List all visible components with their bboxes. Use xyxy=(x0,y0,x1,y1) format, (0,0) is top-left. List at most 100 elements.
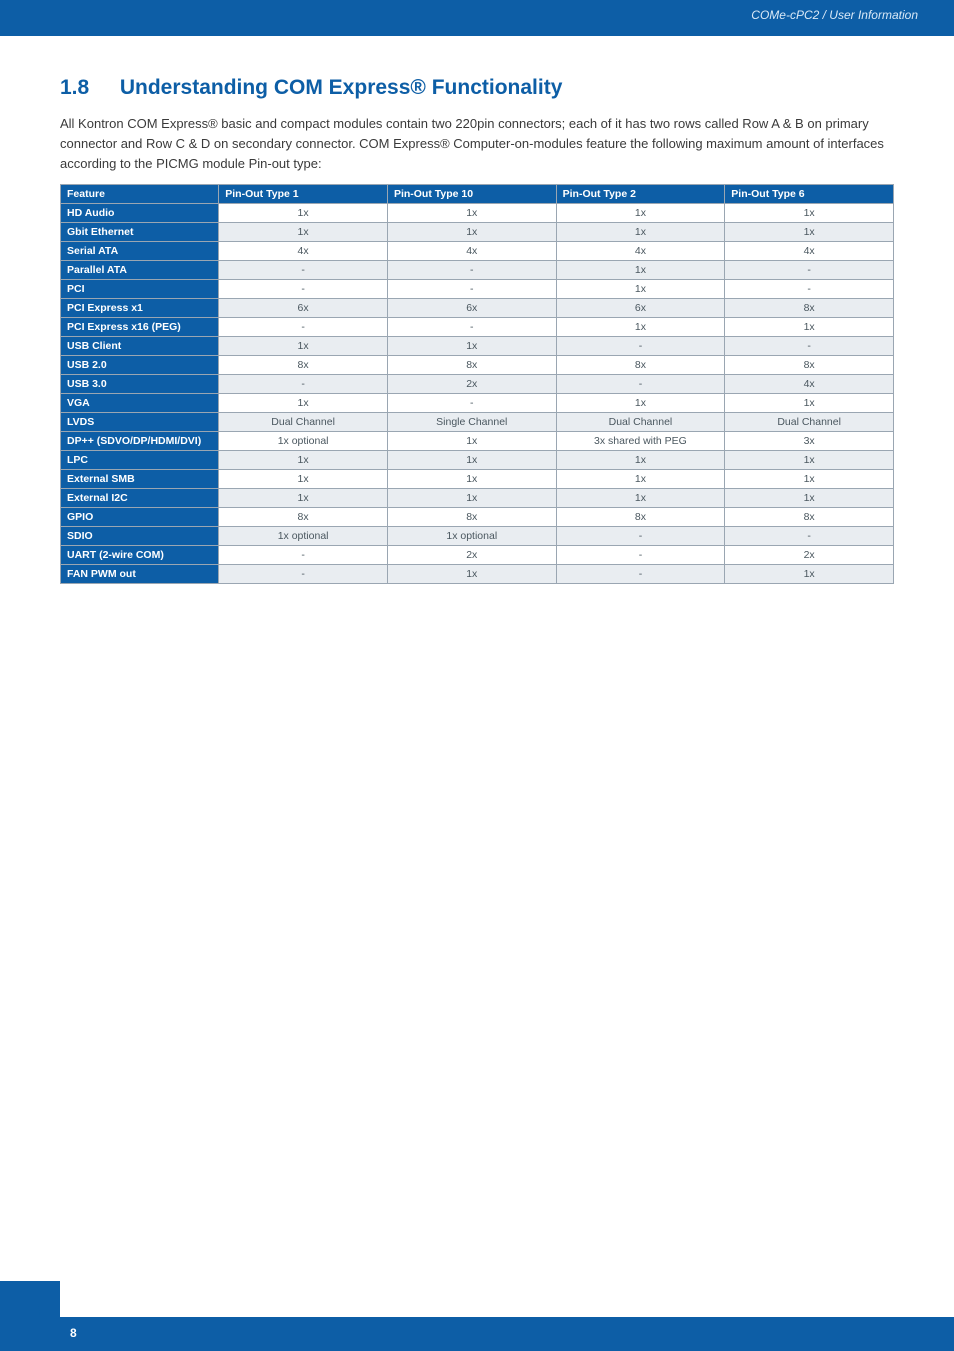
section-heading: 1.8 Understanding COM Express® Functiona… xyxy=(60,76,894,100)
cell-t1: - xyxy=(219,546,388,565)
table-row: PCI Express x16x6x6x8x xyxy=(61,299,894,318)
cell-t6: - xyxy=(725,280,894,299)
cell-t2: 8x xyxy=(556,356,725,375)
page-number: 8 xyxy=(70,1326,77,1340)
cell-t1: - xyxy=(219,318,388,337)
table-row: Parallel ATA--1x- xyxy=(61,261,894,280)
table-row: SDIO1x optional1x optional-- xyxy=(61,527,894,546)
cell-t1: 4x xyxy=(219,242,388,261)
row-header: PCI Express x16 (PEG) xyxy=(61,318,219,337)
cell-t2: - xyxy=(556,546,725,565)
cell-t10: 1x xyxy=(387,432,556,451)
cell-t6: 1x xyxy=(725,489,894,508)
cell-t6: 1x xyxy=(725,223,894,242)
row-header: GPIO xyxy=(61,508,219,527)
table-row: USB 2.08x8x8x8x xyxy=(61,356,894,375)
cell-t10: Single Channel xyxy=(387,413,556,432)
cell-t2: 1x xyxy=(556,470,725,489)
table-row: Serial ATA4x4x4x4x xyxy=(61,242,894,261)
table-row: External I2C1x1x1x1x xyxy=(61,489,894,508)
cell-t2: Dual Channel xyxy=(556,413,725,432)
cell-t10: 1x xyxy=(387,565,556,584)
cell-t2: - xyxy=(556,565,725,584)
cell-t1: - xyxy=(219,261,388,280)
cell-t6: - xyxy=(725,261,894,280)
cell-t10: - xyxy=(387,394,556,413)
cell-t2: 1x xyxy=(556,451,725,470)
cell-t2: 1x xyxy=(556,394,725,413)
cell-t1: 6x xyxy=(219,299,388,318)
table-row: UART (2-wire COM)-2x-2x xyxy=(61,546,894,565)
table-row: External SMB1x1x1x1x xyxy=(61,470,894,489)
cell-t6: 1x xyxy=(725,394,894,413)
row-header: USB Client xyxy=(61,337,219,356)
row-header: LVDS xyxy=(61,413,219,432)
cell-t10: 1x xyxy=(387,204,556,223)
cell-t1: 1x xyxy=(219,223,388,242)
row-header: PCI xyxy=(61,280,219,299)
cell-t10: - xyxy=(387,261,556,280)
cell-t6: 1x xyxy=(725,451,894,470)
table-row: GPIO8x8x8x8x xyxy=(61,508,894,527)
cell-t10: 1x optional xyxy=(387,527,556,546)
cell-t2: - xyxy=(556,527,725,546)
section-title-text: Understanding COM Express® Functionality xyxy=(120,76,563,99)
footer-band: 8 xyxy=(0,1317,954,1351)
breadcrumb: COMe-cPC2 / User Information xyxy=(751,8,918,22)
cell-t6: - xyxy=(725,337,894,356)
cell-t2: 6x xyxy=(556,299,725,318)
cell-t6: 4x xyxy=(725,375,894,394)
cell-t2: 3x shared with PEG xyxy=(556,432,725,451)
cell-t2: 1x xyxy=(556,489,725,508)
table-header-row: Feature Pin-Out Type 1 Pin-Out Type 10 P… xyxy=(61,185,894,204)
table-row: PCI--1x- xyxy=(61,280,894,299)
cell-t10: 1x xyxy=(387,451,556,470)
cell-t1: Dual Channel xyxy=(219,413,388,432)
col-header-type6: Pin-Out Type 6 xyxy=(725,185,894,204)
page-content: 1.8 Understanding COM Express® Functiona… xyxy=(0,36,954,584)
row-header: External I2C xyxy=(61,489,219,508)
cell-t10: 2x xyxy=(387,546,556,565)
row-header: PCI Express x1 xyxy=(61,299,219,318)
cell-t6: 8x xyxy=(725,356,894,375)
cell-t2: - xyxy=(556,337,725,356)
row-header: USB 2.0 xyxy=(61,356,219,375)
cell-t10: - xyxy=(387,280,556,299)
cell-t10: - xyxy=(387,318,556,337)
row-header: LPC xyxy=(61,451,219,470)
cell-t2: 1x xyxy=(556,318,725,337)
cell-t2: 1x xyxy=(556,223,725,242)
cell-t10: 2x xyxy=(387,375,556,394)
row-header: DP++ (SDVO/DP/HDMI/DVI) xyxy=(61,432,219,451)
row-header: Gbit Ethernet xyxy=(61,223,219,242)
col-header-feature: Feature xyxy=(61,185,219,204)
section-paragraph: All Kontron COM Express® basic and compa… xyxy=(60,114,894,174)
cell-t1: - xyxy=(219,280,388,299)
cell-t10: 4x xyxy=(387,242,556,261)
cell-t2: 8x xyxy=(556,508,725,527)
cell-t1: 1x optional xyxy=(219,432,388,451)
cell-t2: 1x xyxy=(556,261,725,280)
cell-t10: 8x xyxy=(387,356,556,375)
cell-t6: 1x xyxy=(725,318,894,337)
table-row: LVDSDual ChannelSingle ChannelDual Chann… xyxy=(61,413,894,432)
cell-t1: 8x xyxy=(219,356,388,375)
table-row: LPC1x1x1x1x xyxy=(61,451,894,470)
table-row: Gbit Ethernet1x1x1x1x xyxy=(61,223,894,242)
cell-t1: - xyxy=(219,565,388,584)
cell-t1: 1x xyxy=(219,337,388,356)
cell-t1: 1x xyxy=(219,451,388,470)
cell-t6: Dual Channel xyxy=(725,413,894,432)
cell-t10: 1x xyxy=(387,470,556,489)
col-header-type10: Pin-Out Type 10 xyxy=(387,185,556,204)
cell-t1: 1x optional xyxy=(219,527,388,546)
row-header: Serial ATA xyxy=(61,242,219,261)
cell-t2: 1x xyxy=(556,280,725,299)
col-header-type2: Pin-Out Type 2 xyxy=(556,185,725,204)
section-number: 1.8 xyxy=(60,76,114,100)
table-row: VGA1x-1x1x xyxy=(61,394,894,413)
table-row: PCI Express x16 (PEG)--1x1x xyxy=(61,318,894,337)
header-band: COMe-cPC2 / User Information xyxy=(0,0,954,36)
cell-t1: 1x xyxy=(219,470,388,489)
col-header-type1: Pin-Out Type 1 xyxy=(219,185,388,204)
